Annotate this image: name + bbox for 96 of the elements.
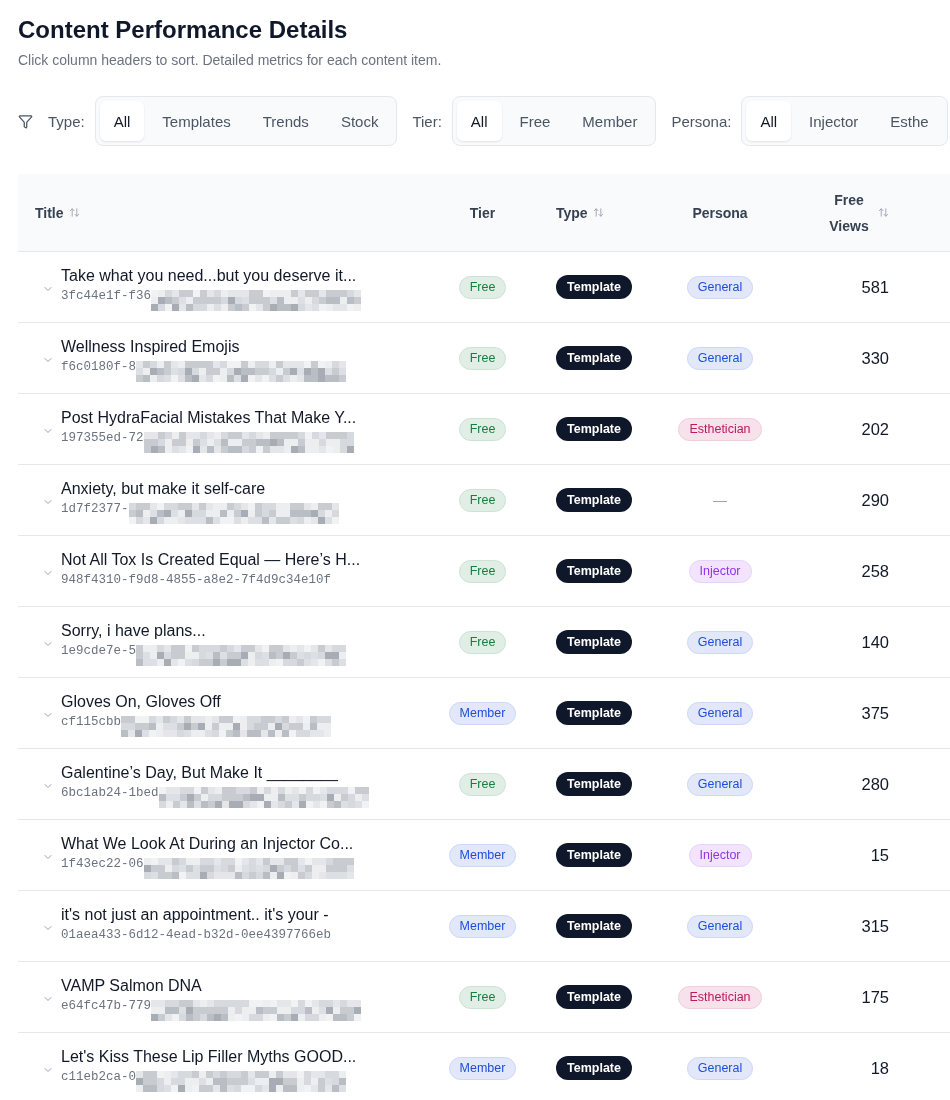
column-header: Persona	[692, 203, 748, 223]
sort-icon[interactable]	[592, 207, 604, 218]
filter-option[interactable]: Free	[505, 101, 565, 141]
column-header: Tier	[469, 203, 496, 223]
tier-tag: Free	[458, 630, 507, 654]
tier-tag: Member	[448, 701, 517, 725]
column-header[interactable]: Type	[556, 202, 604, 223]
content-id: 197355ed-72	[61, 430, 144, 446]
content-title: it's not just an appointment.. it's your -	[61, 905, 330, 925]
content-title: Wellness Inspired Emojis	[61, 337, 241, 357]
filter-option[interactable]: Injector	[795, 101, 873, 141]
type-tag: Template	[556, 1056, 632, 1080]
tier-tag: Free	[458, 559, 507, 583]
type-tag: Template	[556, 843, 632, 867]
persona-tag: General	[686, 275, 754, 299]
type-tag: Template	[556, 417, 632, 441]
persona-tag: Injector	[688, 843, 752, 867]
content-title: Anxiety, but make it self-care	[61, 479, 267, 499]
filter-option[interactable]: All	[99, 101, 145, 141]
views-count: 202	[861, 419, 889, 439]
type-tag: Template	[556, 275, 632, 299]
empty-value: —	[713, 492, 727, 508]
filter-option[interactable]: Templates	[148, 101, 245, 141]
sort-icon[interactable]	[878, 207, 889, 218]
views-count: 140	[861, 632, 889, 652]
content-title: Sorry, i have plans...	[61, 621, 207, 641]
views-count: 18	[870, 1058, 889, 1078]
tier-tag: Member	[448, 914, 517, 938]
type-tag: Template	[556, 488, 632, 512]
persona-tag: General	[686, 630, 754, 654]
views-count: 280	[861, 774, 889, 794]
column-header[interactable]: Title	[35, 202, 80, 223]
persona-tag: General	[686, 346, 754, 370]
filter-option[interactable]: All	[746, 101, 792, 141]
filter-label: Tier:	[412, 112, 442, 130]
content-title: Not All Tox Is Created Equal — Here’s H...	[61, 550, 361, 570]
content-title: Gloves On, Gloves Off	[61, 692, 222, 712]
type-tag: Template	[556, 559, 632, 583]
tier-tag: Member	[448, 1056, 517, 1080]
type-tag: Template	[556, 772, 632, 796]
tier-tag: Free	[458, 985, 507, 1009]
sort-icon[interactable]	[68, 207, 80, 218]
persona-tag: General	[686, 1056, 754, 1080]
content-title: Post HydraFacial Mistakes That Make Y...	[61, 408, 357, 428]
filter-option[interactable]: Trends	[248, 101, 323, 141]
type-tag: Template	[556, 630, 632, 654]
filter-option[interactable]: Member	[568, 101, 652, 141]
filter-label: Persona:	[671, 112, 732, 130]
tier-tag: Free	[458, 275, 507, 299]
views-count: 375	[861, 703, 889, 723]
filter-label: Type:	[48, 112, 85, 130]
content-id: 1d7f2377-	[61, 501, 129, 517]
content-title: What We Look At During an Injector Co...	[61, 834, 354, 854]
filter-option[interactable]: Stock	[326, 101, 393, 141]
tier-tag: Member	[448, 843, 517, 867]
content-id: 01aea433-6d12-4ead-b32d-0ee4397766eb	[61, 927, 332, 943]
content-title: Let's Kiss These Lip Filler Myths GOOD...	[61, 1047, 357, 1067]
persona-tag: General	[686, 914, 754, 938]
persona-tag: Esthetician	[678, 417, 762, 441]
filter-icon	[18, 113, 33, 129]
views-count: 581	[861, 277, 889, 297]
tier-tag: Free	[458, 772, 507, 796]
persona-tag: Esthetician	[678, 985, 762, 1009]
content-id: 3fc44e1f-f36	[61, 288, 151, 304]
content-id: 948f4310-f9d8-4855-a8e2-7f4d9c34e10f	[61, 572, 332, 588]
tier-tag: Free	[458, 417, 507, 441]
filter-option[interactable]: Esthe	[876, 101, 943, 141]
views-count: 258	[861, 561, 889, 581]
views-count: 175	[861, 987, 889, 1007]
content-id: e64fc47b-779	[61, 998, 151, 1014]
views-count: 315	[861, 916, 889, 936]
page-title: Content Performance Details	[18, 15, 349, 45]
views-count: 15	[870, 845, 889, 865]
tier-tag: Free	[458, 346, 507, 370]
type-tag: Template	[556, 701, 632, 725]
type-tag: Template	[556, 985, 632, 1009]
type-tag: Template	[556, 346, 632, 370]
views-count: 330	[861, 348, 889, 368]
content-id: 6bc1ab24-1bed	[61, 785, 159, 801]
content-id: c11eb2ca-0	[61, 1069, 136, 1085]
content-id: f6c0180f-8	[61, 359, 136, 375]
content-id: cf115cbb	[61, 714, 121, 730]
filter-option[interactable]: All	[456, 101, 502, 141]
column-header[interactable]: Free Views	[825, 186, 889, 239]
content-title: Take what you need...but you deserve it...	[61, 266, 358, 286]
content-id: 1f43ec22-06	[61, 856, 144, 872]
type-tag: Template	[556, 914, 632, 938]
persona-tag: General	[686, 701, 754, 725]
persona-tag: Injector	[688, 559, 752, 583]
page-subtitle: Click column headers to sort. Detailed metrics for each content item.	[18, 51, 443, 70]
tier-tag: Free	[458, 488, 507, 512]
content-title: VAMP Salmon DNA	[61, 976, 203, 996]
views-count: 290	[861, 490, 889, 510]
content-title: Galentine’s Day, But Make It ________	[61, 763, 339, 783]
persona-tag: General	[686, 772, 754, 796]
content-id: 1e9cde7e-5	[61, 643, 136, 659]
